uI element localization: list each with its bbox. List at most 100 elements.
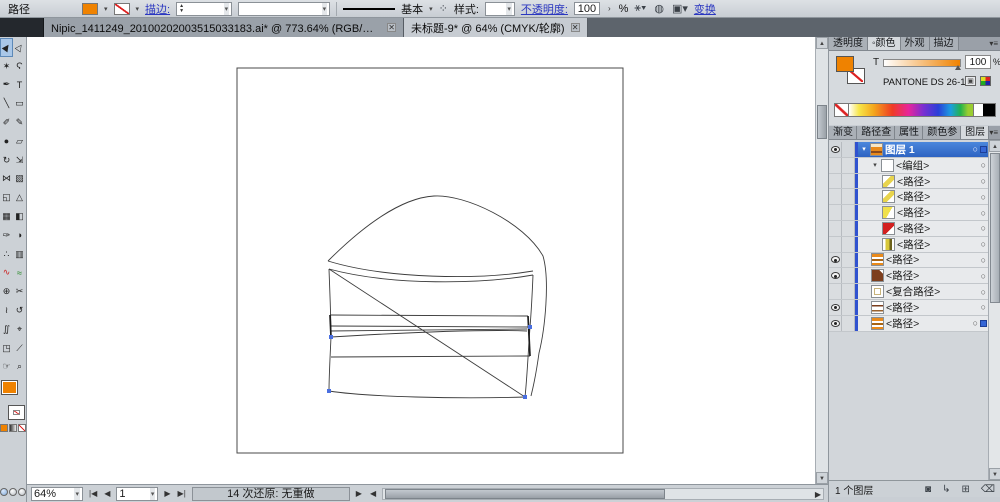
eyedropper-tool[interactable]: ✑ [0,226,13,245]
column-graph-tool[interactable]: ▥ [13,245,26,264]
layers-scroll-up-icon[interactable]: ▲ [989,140,1000,152]
anchor-point[interactable] [528,325,532,329]
visibility-toggle[interactable] [829,316,842,331]
layer-row-1[interactable]: ▾图层 1○ [829,142,988,158]
layers-scroll-thumb[interactable] [990,153,1000,303]
crop-tool[interactable]: ◳ [0,339,13,358]
hand-tool[interactable]: ☞ [0,358,13,377]
stroke-stepper[interactable]: ▲▼ [179,4,184,14]
paintbrush-tool[interactable]: ✐ [0,113,13,132]
fill-color-swatch[interactable] [82,3,98,15]
pen-tool[interactable]: ✒ [0,76,13,95]
recolor-artwork-icon[interactable]: ◍ [654,2,664,15]
tab-layers-group-2[interactable]: 路径查 [857,126,895,139]
tab-layers-group-5[interactable]: 图层 [961,126,989,139]
make-clip-mask-button[interactable]: ◙ [925,484,931,495]
tab-layers-group-3[interactable]: 属性 [895,126,923,139]
new-layer-button[interactable]: ⊞ [961,484,969,495]
layer-row-5[interactable]: <路径>○ [829,205,988,221]
twirl-tool[interactable]: ↺ [13,301,26,320]
layer-row-9[interactable]: <路径>○ [829,268,988,284]
visibility-toggle[interactable] [829,158,842,173]
scroll-up-icon[interactable]: ▲ [816,37,828,49]
brush-dropdown-icon[interactable]: ▾ [429,5,433,13]
visibility-toggle[interactable] [829,221,842,236]
color-mode-icon[interactable] [980,76,991,86]
target-circle-icon[interactable]: ○ [973,318,980,328]
lock-toggle[interactable] [842,221,855,236]
visibility-toggle[interactable] [829,142,842,157]
vertical-scrollbar[interactable]: ▲ ▼ [815,37,828,484]
target-circle-icon[interactable]: ○ [981,208,988,218]
anchor-point[interactable] [523,395,527,399]
style-combo[interactable]: ▾ [485,2,515,16]
width-tool[interactable]: ⋈ [0,170,13,189]
panel-menu-icon[interactable]: ▾≡ [989,37,1000,50]
magic-wand-tool[interactable]: ✶ [0,57,13,76]
opacity-link[interactable]: 不透明度: [521,1,568,17]
pencil-tool[interactable]: ✎ [13,113,26,132]
smooth-tool[interactable]: ≈ [13,264,26,283]
brush-options-icon[interactable]: ⁘ [439,2,448,15]
selection-tool[interactable]: ▶ [0,38,13,57]
visibility-toggle[interactable] [829,253,842,268]
gradient-mode-button[interactable] [9,424,17,432]
swatch-library-icon[interactable]: ▣ [965,76,976,86]
select-similar-icon[interactable]: ⚹▾ [634,2,646,15]
target-circle-icon[interactable]: ○ [981,271,988,281]
color-spectrum-bar[interactable] [834,103,996,117]
new-sublayer-button[interactable]: ↳ [942,484,950,495]
layer-row-7[interactable]: <路径>○ [829,237,988,253]
tab-color-group-2[interactable]: ◦颜色 [868,37,901,50]
measure-tool[interactable]: ⌖ [13,320,26,339]
lasso-tool[interactable]: Ϛ [13,57,26,76]
line-segment-tool[interactable]: ╲ [0,94,13,113]
draw-inside-button[interactable] [18,488,26,496]
layer-row-8[interactable]: <路径>○ [829,253,988,269]
canvas-area[interactable]: ▲ ▼ [27,37,828,484]
visibility-toggle[interactable] [829,237,842,252]
horizontal-scroll-thumb[interactable] [385,489,665,499]
fill-dropdown-icon[interactable]: ▾ [104,5,108,13]
anchor-point[interactable] [327,389,331,393]
layer-row-4[interactable]: <路径>○ [829,189,988,205]
free-transform-tool[interactable]: ▧ [13,170,26,189]
blend-tool[interactable]: ◑ [13,226,26,245]
mesh-tool[interactable]: ▦ [0,207,13,226]
knife-tool[interactable]: ⟋ [13,339,26,358]
target-circle-icon[interactable]: ○ [981,223,988,233]
lock-toggle[interactable] [842,158,855,173]
delete-layer-button[interactable]: ⌫ [981,484,995,495]
target-circle-icon[interactable]: ○ [981,302,988,312]
artboard-tool[interactable]: ⊕ [0,282,13,301]
visibility-toggle[interactable] [829,189,842,204]
direct-selection-tool[interactable]: ▷ [13,38,26,57]
stroke-weight-combo[interactable]: ▲▼▾ [176,2,232,16]
lock-toggle[interactable] [842,205,855,220]
layer-row-10[interactable]: <复合路径>○ [829,284,988,300]
stroke-dropdown-icon[interactable]: ▾ [136,5,140,13]
document-tab-2[interactable]: 未标题-9* @ 64% (CMYK/轮廓)✕ [404,18,588,37]
stroke-proxy[interactable] [8,405,25,420]
none-mode-button[interactable] [18,424,26,432]
layers-scrollbar[interactable]: ▲ ▼ [988,140,1000,480]
color-mode-button[interactable] [0,424,8,432]
hscroll-left-icon[interactable]: ◀ [368,489,378,498]
opacity-input[interactable]: 100 [574,2,600,15]
anchor-point[interactable] [329,335,333,339]
horizontal-scrollbar[interactable]: ▶ S 英☽’,⌨☻⚒ [382,488,824,500]
visibility-toggle[interactable] [829,174,842,189]
gradient-tool[interactable]: ◧ [13,207,26,226]
lock-toggle[interactable] [842,142,855,157]
tint-slider[interactable] [883,59,961,67]
cake-edge-path[interactable] [330,315,331,337]
perspective-grid-tool[interactable]: △ [13,188,26,207]
slice-tool[interactable]: ✂ [13,282,26,301]
rotate-tool[interactable]: ↻ [0,151,13,170]
tab-color-group-3[interactable]: 外观 [901,37,930,50]
expander-icon[interactable]: ▾ [860,145,868,153]
align-icon[interactable]: ▣▾ [672,2,688,15]
first-artboard-icon[interactable]: |◀ [87,489,99,498]
width-profile-combo[interactable]: ▾ [238,2,330,16]
visibility-toggle[interactable] [829,300,842,315]
